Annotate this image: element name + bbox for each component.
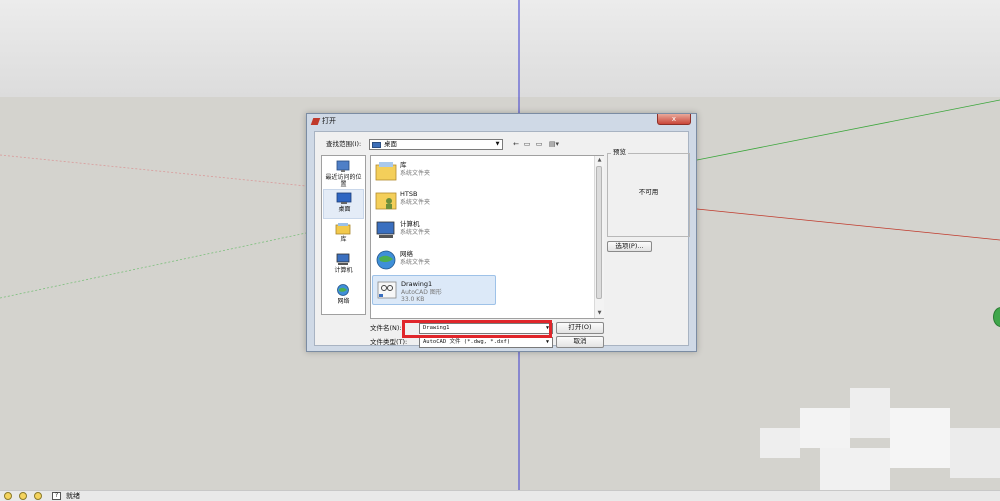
computer-icon	[376, 221, 395, 238]
look-in-value: 桌面	[384, 140, 397, 148]
cancel-button[interactable]: 取消	[556, 336, 604, 348]
preview-label: 预览	[611, 148, 628, 157]
autocad-file-icon	[377, 281, 397, 299]
options-button[interactable]: 选项(P)...	[607, 241, 652, 252]
file-type: 系统文件夹	[400, 170, 431, 177]
file-list-scrollbar[interactable]: ▲ ▼	[594, 156, 604, 318]
computer-icon	[336, 253, 350, 265]
desktop-folder-icon	[372, 142, 381, 148]
up-folder-icon[interactable]: ▭	[522, 140, 532, 149]
place-label: 网络	[337, 298, 350, 305]
status-bar: ? 就绪	[0, 490, 1000, 501]
list-item[interactable]: Drawing1 AutoCAD 图形 33.0 KB	[372, 275, 496, 305]
file-name: HTSB	[400, 190, 418, 198]
libraries-folder-icon	[375, 162, 397, 181]
chevron-down-icon[interactable]: ▼	[493, 140, 502, 149]
new-folder-icon[interactable]: ▭	[534, 140, 544, 149]
file-type: 系统文件夹	[400, 229, 431, 236]
file-type: 系统文件夹	[400, 199, 431, 206]
open-file-dialog: 打开 x 查找范围(I): 桌面 ▼ ← ▭ ▭ ▤▾ 最近访问的位置 桌面 库	[306, 113, 697, 352]
app-pencil-icon	[310, 118, 321, 125]
preview-text: 不可用	[638, 188, 659, 196]
look-in-combo[interactable]: 桌面 ▼	[369, 139, 503, 150]
scroll-thumb[interactable]	[596, 166, 602, 299]
status-geo-icon[interactable]	[19, 492, 27, 500]
place-label: 计算机	[334, 267, 353, 274]
preview-group: 不可用	[607, 153, 690, 237]
list-item[interactable]: 网络 系统文件夹	[372, 246, 492, 276]
views-menu-icon[interactable]: ▤▾	[546, 140, 562, 149]
file-name: 网络	[400, 250, 413, 258]
file-size: 33.0 KB	[401, 296, 425, 303]
list-item[interactable]: 计算机 系统文件夹	[372, 216, 492, 246]
network-globe-icon	[376, 250, 396, 270]
status-credits-icon[interactable]	[34, 492, 42, 500]
file-name: 计算机	[400, 220, 420, 228]
help-icon[interactable]: ?	[52, 492, 61, 500]
place-computer[interactable]: 计算机	[323, 251, 364, 281]
place-recent[interactable]: 最近访问的位置	[323, 158, 364, 188]
status-info-icon[interactable]	[4, 492, 12, 500]
place-label: 最近访问的位置	[325, 174, 362, 188]
file-type: AutoCAD 图形	[401, 289, 442, 296]
place-label: 库	[340, 236, 347, 243]
filetype-label: 文件类型(T):	[370, 338, 408, 346]
chevron-down-icon[interactable]: ▼	[543, 338, 552, 347]
dialog-titlebar[interactable]: 打开 x	[307, 114, 696, 130]
places-bar: 最近访问的位置 桌面 库 计算机 网络	[321, 155, 366, 315]
look-in-label: 查找范围(I):	[326, 140, 362, 148]
blurred-watermark-area	[760, 388, 1000, 492]
back-icon[interactable]: ←	[511, 140, 521, 149]
libraries-icon	[335, 223, 351, 235]
filetype-select[interactable]: AutoCAD 文件 (*.dwg, *.dxf) ▼	[419, 337, 553, 348]
annotation-highlight-box	[402, 320, 552, 338]
filetype-value: AutoCAD 文件 (*.dwg, *.dxf)	[423, 339, 511, 345]
viewport-sky	[0, 0, 1000, 98]
dialog-client-area: 查找范围(I): 桌面 ▼ ← ▭ ▭ ▤▾ 最近访问的位置 桌面 库 计算机 …	[314, 131, 690, 348]
close-button[interactable]: x	[657, 114, 691, 125]
file-list[interactable]: 库 系统文件夹 HTSB 系统文件夹 计算机 系统文件夹 网络 系统文件夹 Dr…	[370, 155, 604, 319]
list-item[interactable]: 库 系统文件夹	[372, 157, 492, 187]
desktop-icon	[336, 192, 352, 204]
place-libraries[interactable]: 库	[323, 220, 364, 250]
user-folder-icon	[375, 192, 397, 210]
place-desktop[interactable]: 桌面	[323, 189, 364, 219]
place-network[interactable]: 网络	[323, 282, 364, 312]
dialog-title: 打开	[322, 117, 336, 125]
file-name: 库	[400, 161, 407, 169]
list-item[interactable]: HTSB 系统文件夹	[372, 186, 492, 216]
place-label: 桌面	[338, 206, 351, 213]
scroll-down-icon[interactable]: ▼	[595, 309, 604, 318]
open-button[interactable]: 打开(O)	[556, 322, 604, 334]
network-icon	[337, 284, 349, 296]
filename-label: 文件名(N):	[370, 324, 402, 332]
scroll-up-icon[interactable]: ▲	[595, 156, 604, 165]
recent-places-icon	[336, 160, 350, 172]
file-name: Drawing1	[401, 280, 433, 288]
file-type: 系统文件夹	[400, 259, 431, 266]
